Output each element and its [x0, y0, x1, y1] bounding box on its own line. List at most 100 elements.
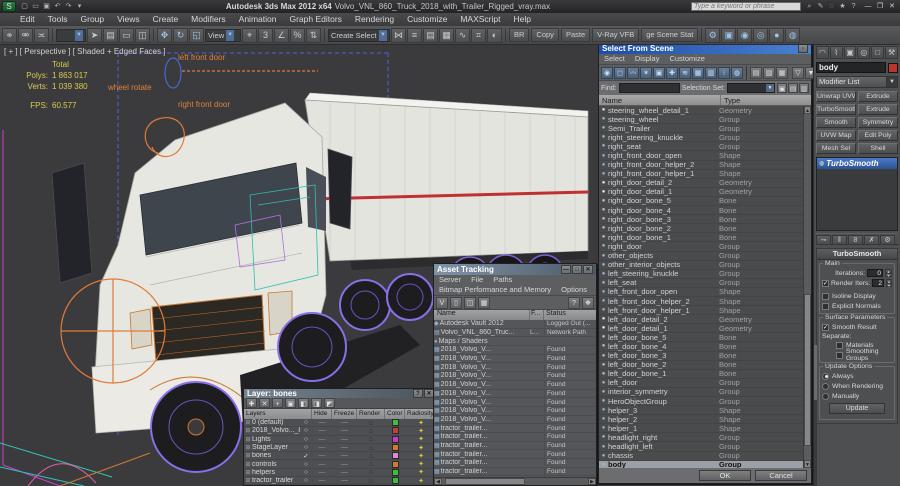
panel-scrollbar[interactable] — [814, 345, 817, 486]
iterations-spinner[interactable]: 0 — [867, 269, 883, 277]
vault-login-icon[interactable]: V — [436, 297, 448, 309]
ok-button[interactable]: OK — [699, 470, 751, 481]
display-lights-icon[interactable]: ✶ — [640, 67, 652, 79]
display-shapes-icon[interactable]: 〰 — [627, 67, 639, 79]
asset-row[interactable]: ▦2018_Volvo_V... Found — [434, 355, 596, 364]
column-freeze[interactable]: Freeze — [332, 409, 357, 419]
window-close-icon[interactable]: ▫ — [798, 44, 808, 53]
asset-row[interactable]: ▦2018_Volvo_V... Found — [434, 346, 596, 355]
asset-row[interactable]: ▦2018_Volvo_V... Found — [434, 363, 596, 372]
window-minimize-icon[interactable]: — — [862, 2, 874, 12]
asset-row[interactable]: ●Maps / Shaders — [434, 337, 596, 346]
asset-row[interactable]: ▦2018_Volvo_V... Found — [434, 390, 596, 399]
graphite-ribbon-icon[interactable]: ▦ — [439, 28, 454, 43]
render-toggle-icon[interactable]: ♨ — [357, 460, 385, 468]
subscription-icon[interactable]: ✎ — [815, 2, 826, 12]
render-toggle-icon[interactable]: ♨ — [357, 444, 385, 452]
show-end-result-icon[interactable]: ‖ — [832, 235, 847, 245]
asset-row[interactable]: ▦2018_Volvo_V... Found — [434, 372, 596, 381]
hide-toggle[interactable]: — — [312, 444, 332, 451]
edit-selection-set-icon[interactable]: ▤ — [788, 83, 798, 93]
hierarchy-tab-icon[interactable]: ▣ — [844, 46, 857, 59]
new-layer-icon[interactable]: ✚ — [246, 398, 257, 408]
display-frozen-icon[interactable]: ▤ — [750, 67, 762, 79]
find-input[interactable] — [619, 83, 680, 93]
menu-item[interactable]: Group — [75, 13, 111, 26]
smoothing-groups-checkbox[interactable] — [836, 352, 843, 359]
layer-row[interactable]: ⊞ tractor_trailer ○ — — ♨ ✦ — [244, 477, 437, 485]
scrollbar-thumb[interactable] — [445, 478, 525, 485]
selection-set-dropdown[interactable]: ▼ — [727, 83, 775, 93]
expand-icon[interactable]: ⊞ — [244, 427, 252, 434]
column-color[interactable]: Color — [385, 409, 405, 419]
asset-row[interactable]: ▦tractor_trailer... Found — [434, 468, 596, 477]
layer-color-swatch[interactable] — [385, 469, 405, 476]
window-maximize-icon[interactable]: □ — [572, 265, 582, 274]
rendered-frame-window-icon[interactable]: ▣ — [721, 28, 736, 43]
modifier-stack-active-item[interactable]: ◍ TurboSmooth — [817, 158, 897, 169]
table-view-icon[interactable]: ▦ — [478, 297, 490, 309]
display-spacewarps-icon[interactable]: ≋ — [679, 67, 691, 79]
spinner-arrows[interactable]: ▲▼ — [885, 269, 892, 277]
freeze-toggle[interactable]: — — [332, 436, 357, 443]
layer-manager-icon[interactable]: ▤ — [423, 28, 438, 43]
refresh-status-icon[interactable]: ▯ — [450, 297, 462, 309]
asset-row[interactable]: ▦tractor_trailer... Found — [434, 424, 596, 433]
modifier-button[interactable]: Shell — [858, 143, 898, 154]
pin-stack-icon[interactable]: ⊸ — [816, 235, 831, 245]
explicit-normals-checkbox[interactable] — [822, 303, 829, 310]
menu-item[interactable]: Options — [556, 285, 592, 295]
app-logo-icon[interactable]: S — [2, 1, 16, 12]
render-toggle-icon[interactable]: ♨ — [357, 468, 385, 476]
open-file-icon[interactable]: ▭ — [30, 2, 41, 12]
expand-icon[interactable]: ⊞ — [244, 436, 252, 443]
menu-item[interactable]: Select — [599, 54, 630, 64]
active-layer-toggle[interactable]: ✓ — [300, 452, 312, 460]
save-file-icon[interactable]: ▣ — [41, 2, 52, 12]
menu-item[interactable]: Customize — [664, 54, 709, 64]
configure-modifier-sets-icon[interactable]: ⚙ — [880, 235, 895, 245]
selection-filter-dropdown[interactable]: ▼ — [56, 29, 86, 42]
modifier-button[interactable]: Extrude — [858, 104, 898, 115]
rectangular-selection-region-icon[interactable]: ▭ — [119, 28, 134, 43]
freeze-toggle[interactable]: — — [332, 419, 357, 426]
expand-icon[interactable]: ⊞ — [244, 477, 252, 484]
display-containers-icon[interactable]: ◍ — [731, 67, 743, 79]
when-rendering-radio[interactable] — [822, 383, 829, 390]
menu-item[interactable]: Views — [111, 13, 146, 26]
render-toggle-icon[interactable]: ♨ — [357, 427, 385, 435]
freeze-toggle[interactable]: — — [332, 469, 357, 476]
schematic-view-icon[interactable]: ⌗ — [471, 28, 486, 43]
dialog-title-bar[interactable]: Layer: bones ?✕ — [244, 389, 437, 398]
favorites-icon[interactable]: ★ — [837, 2, 848, 12]
modifier-button[interactable]: Edit Poly — [858, 130, 898, 141]
layer-color-swatch[interactable] — [385, 444, 405, 451]
menu-item[interactable]: Server — [434, 275, 466, 285]
render-toggle-icon[interactable]: ♨ — [357, 419, 385, 427]
render-toggle-icon[interactable]: ♨ — [357, 435, 385, 443]
make-unique-icon[interactable]: 8 — [848, 235, 863, 245]
purge-scene-stat-button[interactable]: ge Scene Stat — [641, 28, 698, 42]
modifier-button[interactable]: Extrude — [858, 91, 898, 102]
select-layer-objects-icon[interactable]: ▣ — [285, 398, 296, 408]
materials-checkbox[interactable] — [836, 342, 843, 349]
filter-combinations-icon[interactable]: ▽ — [792, 67, 804, 79]
utilities-tab-icon[interactable]: ⚒ — [885, 46, 898, 59]
asset-row[interactable]: ▦tractor_trailer... Found — [434, 442, 596, 451]
spinner-snap-toggle-icon[interactable]: ⇅ — [306, 28, 321, 43]
modify-tab-icon[interactable]: ⌇ — [830, 46, 843, 59]
asset-row[interactable]: ◆Autodesk Vault 2012 Logged Out (... — [434, 320, 596, 329]
br-button[interactable]: BR — [509, 28, 529, 42]
select-and-rotate-icon[interactable]: ↻ — [173, 28, 188, 43]
column-type[interactable]: Type — [721, 95, 811, 105]
render-iterative-icon[interactable]: ◎ — [753, 28, 768, 43]
hide-toggle[interactable]: — — [312, 452, 332, 459]
update-button[interactable]: Update — [829, 403, 885, 414]
select-set-members-icon[interactable]: ▥ — [799, 83, 809, 93]
window-close-icon[interactable]: ✕ — [886, 2, 898, 12]
use-pivot-point-center-icon[interactable]: ⌖ — [242, 28, 257, 43]
motion-tab-icon[interactable]: ◎ — [857, 46, 870, 59]
layer-color-swatch[interactable] — [385, 452, 405, 459]
copy-button[interactable]: Copy — [531, 28, 559, 42]
display-groups-icon[interactable]: ▦ — [692, 67, 704, 79]
